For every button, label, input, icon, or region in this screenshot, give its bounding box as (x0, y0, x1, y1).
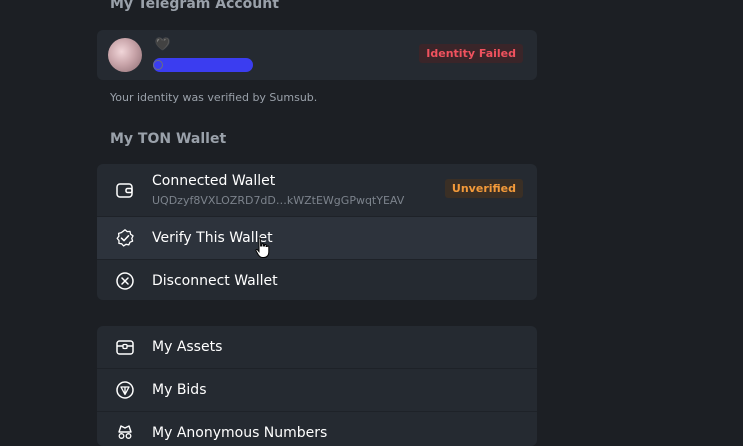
my-anonymous-numbers-row[interactable]: My Anonymous Numbers (97, 411, 537, 446)
pointer-cursor-icon (255, 237, 270, 258)
disconnect-wallet-row[interactable]: Disconnect Wallet (97, 259, 537, 300)
avatar (108, 38, 142, 72)
my-bids-row[interactable]: My Bids (97, 368, 537, 411)
my-bids-label: My Bids (152, 382, 207, 398)
anonymous-icon (118, 425, 132, 439)
check-badge-icon (116, 229, 134, 247)
telegram-account-card[interactable]: 🖤 Identity Failed (97, 30, 537, 80)
account-menu-card: My Assets My Bids My Anonymous Numbers (97, 326, 537, 446)
heart-emoji-icon: 🖤 (155, 37, 170, 51)
my-assets-row[interactable]: My Assets (97, 326, 537, 368)
wallet-icon (116, 183, 133, 198)
telegram-section-title: My Telegram Account (110, 0, 279, 12)
verify-wallet-row[interactable]: Verify This Wallet (97, 216, 537, 259)
wallet-section-title: My TON Wallet (110, 131, 227, 147)
my-assets-label: My Assets (152, 339, 223, 355)
wallet-address: UQDzyf8VXLOZRD7dD…kWZtEWgGPwqtYEAV (152, 194, 405, 207)
my-anonymous-numbers-label: My Anonymous Numbers (152, 425, 328, 441)
ton-triangle-icon (116, 381, 134, 399)
disconnect-wallet-label: Disconnect Wallet (152, 273, 278, 289)
identity-note: Your identity was verified by Sumsub. (110, 91, 318, 104)
connected-wallet-row[interactable]: Connected Wallet UQDzyf8VXLOZRD7dD…kWZtE… (97, 164, 537, 216)
connected-wallet-label: Connected Wallet (152, 173, 276, 189)
identity-failed-badge: Identity Failed (419, 44, 523, 63)
close-circle-icon (116, 272, 134, 290)
redacted-username (153, 58, 253, 72)
chest-icon (116, 340, 134, 355)
online-dot (153, 60, 163, 70)
wallet-card: Connected Wallet UQDzyf8VXLOZRD7dD…kWZtE… (97, 164, 537, 300)
unverified-badge: Unverified (444, 179, 523, 198)
